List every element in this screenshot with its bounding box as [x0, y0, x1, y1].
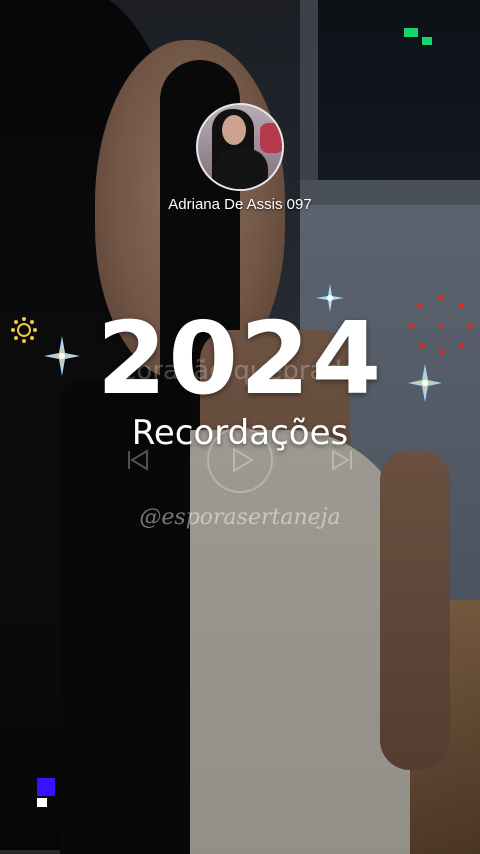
play-button[interactable]	[207, 427, 273, 493]
blue-pixel-decoration	[37, 778, 57, 812]
profile-avatar[interactable]	[196, 103, 284, 191]
sparkle-icon	[408, 364, 442, 406]
play-icon	[233, 447, 254, 473]
green-pixel-decoration	[404, 28, 434, 52]
firework-icon	[406, 292, 476, 362]
profile-name[interactable]: Adriana De Assis 097	[0, 196, 480, 213]
sparkle-icon	[316, 284, 344, 316]
sun-icon	[11, 317, 37, 347]
watermark-handle: @esporasertaneja	[139, 505, 341, 530]
next-icon[interactable]	[330, 448, 354, 472]
previous-icon[interactable]	[126, 448, 150, 472]
sparkle-icon	[44, 336, 80, 380]
story-screen: Adriana De Assis 097 coração quebrado 20…	[0, 0, 480, 854]
